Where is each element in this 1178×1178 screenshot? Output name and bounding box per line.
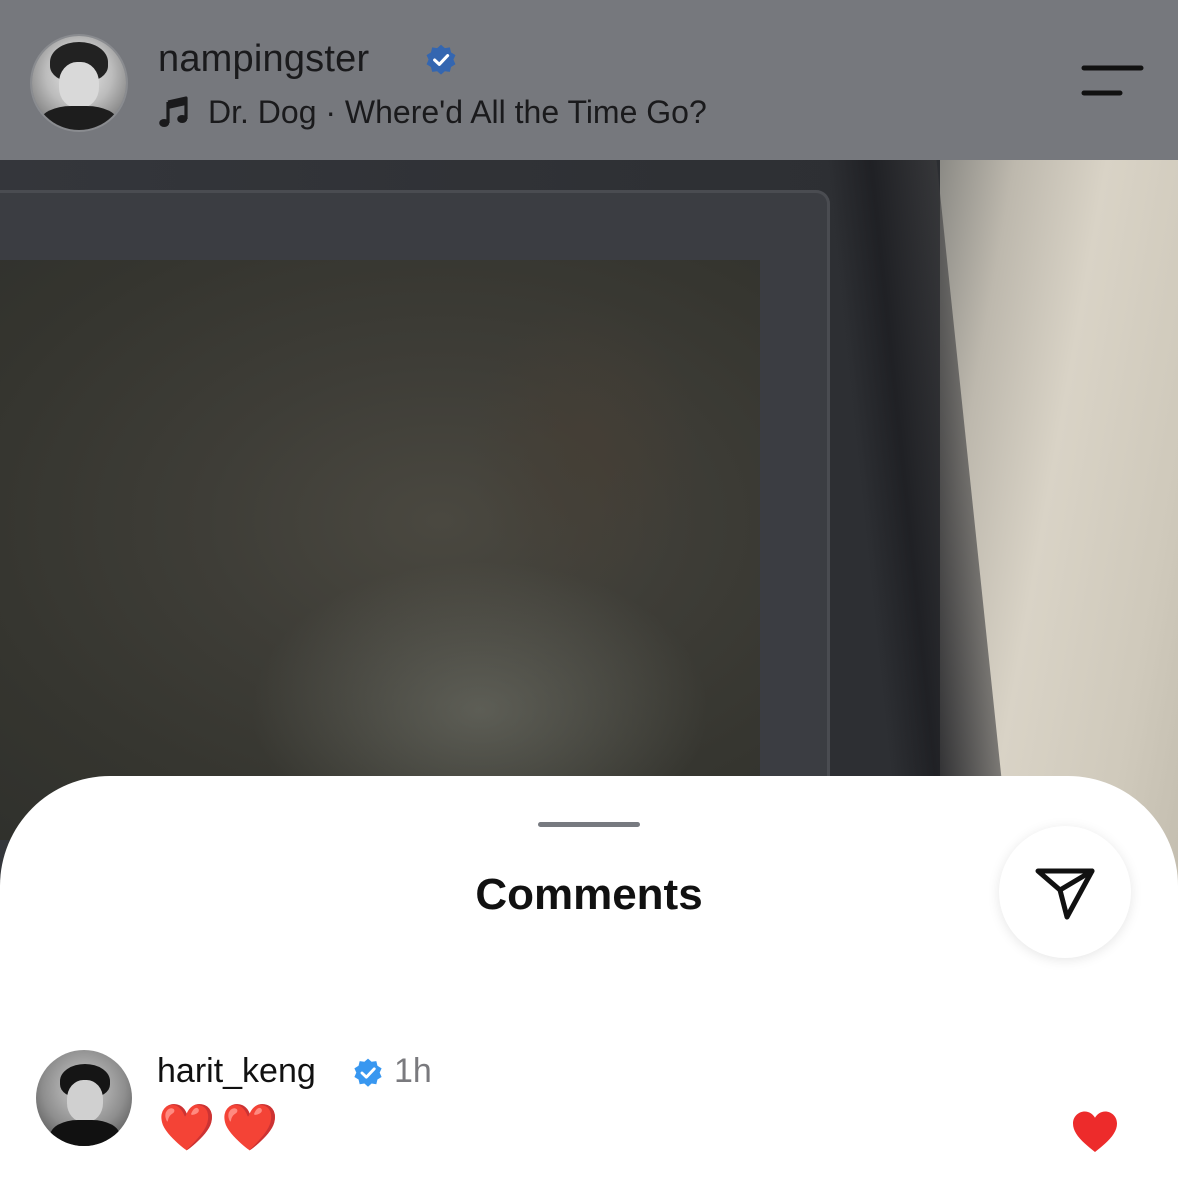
comment-username[interactable]: harit_keng [157,1052,316,1091]
story-viewer: nampingster Dr. Dog · Where'd All the Ti… [0,0,1178,1178]
avatar-body [40,106,118,130]
menu-icon[interactable] [1080,64,1144,98]
heart-icon[interactable] [1071,1110,1119,1154]
comments-sheet: Comments harit_keng 1h ❤️❤️ [0,776,1178,1178]
avatar-body [50,1120,120,1146]
comment-text: ❤️❤️ [158,1101,285,1153]
verified-badge-icon [426,44,456,75]
comment-avatar[interactable] [36,1050,132,1146]
share-button[interactable] [999,826,1131,958]
story-username[interactable]: nampingster [158,38,369,81]
music-attribution[interactable]: Dr. Dog · Where'd All the Time Go? [158,92,707,132]
sheet-drag-handle[interactable] [538,822,640,827]
music-track-label: Dr. Dog · Where'd All the Time Go? [208,93,707,130]
avatar-face [59,62,99,108]
avatar[interactable] [32,36,126,130]
screen-reflection-head [470,300,700,600]
comment-item[interactable]: harit_keng 1h ❤️❤️ [0,1048,1178,1178]
verified-badge-icon [354,1058,382,1087]
story-header: nampingster Dr. Dog · Where'd All the Ti… [0,0,1178,160]
send-icon [1035,868,1095,920]
music-note-icon [159,96,188,127]
comment-timestamp: 1h [394,1052,432,1090]
avatar-face [67,1080,103,1122]
